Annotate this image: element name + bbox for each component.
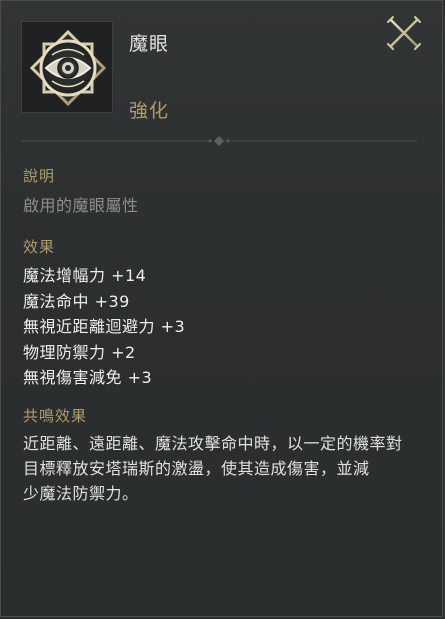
effects-heading: 效果 [23,238,56,256]
description-heading: 說明 [23,167,56,185]
effect-item: 物理防禦力 +2 [23,342,136,362]
description-text: 啟用的魔眼屬性 [23,196,139,215]
resonance-line: 少魔法防禦力。 [23,484,139,503]
effect-item: 無視傷害減免 +3 [23,368,153,387]
resonance-heading: 共鳴效果 [23,407,88,425]
effects-list: 魔法增幅力 +14 魔法命中 +39 無視近距離迴避力 +3 物理防禦力 +2 … [23,263,185,391]
section-divider [21,136,417,146]
item-name: 魔眼 [129,33,170,55]
item-icon-frame [21,21,113,113]
resonance-line: 近距離、遠距離、魔法攻擊命中時，以一定的機率對 [23,434,403,453]
crossed-swords-close-icon [387,16,421,50]
eye-emblem-icon [29,29,107,107]
item-tooltip-panel: 魔眼 強化 說明 啟用的魔眼屬性 效果 魔法增幅力 +14 魔法命中 +39 無… [0,0,443,617]
resonance-text: 近距離、遠距離、魔法攻擊命中時，以一定的機率對 目標釋放安塔瑞斯的激盪，使其造成… [23,431,433,506]
close-button[interactable] [384,13,424,53]
item-grade: 強化 [129,100,170,122]
effect-item: 魔法命中 +39 [23,291,130,311]
resonance-line: 目標釋放安塔瑞斯的激盪，使其造成傷害，並減 [23,459,370,478]
effect-item: 魔法增幅力 +14 [23,266,147,285]
effect-item: 無視近距離迴避力 +3 [23,317,186,336]
